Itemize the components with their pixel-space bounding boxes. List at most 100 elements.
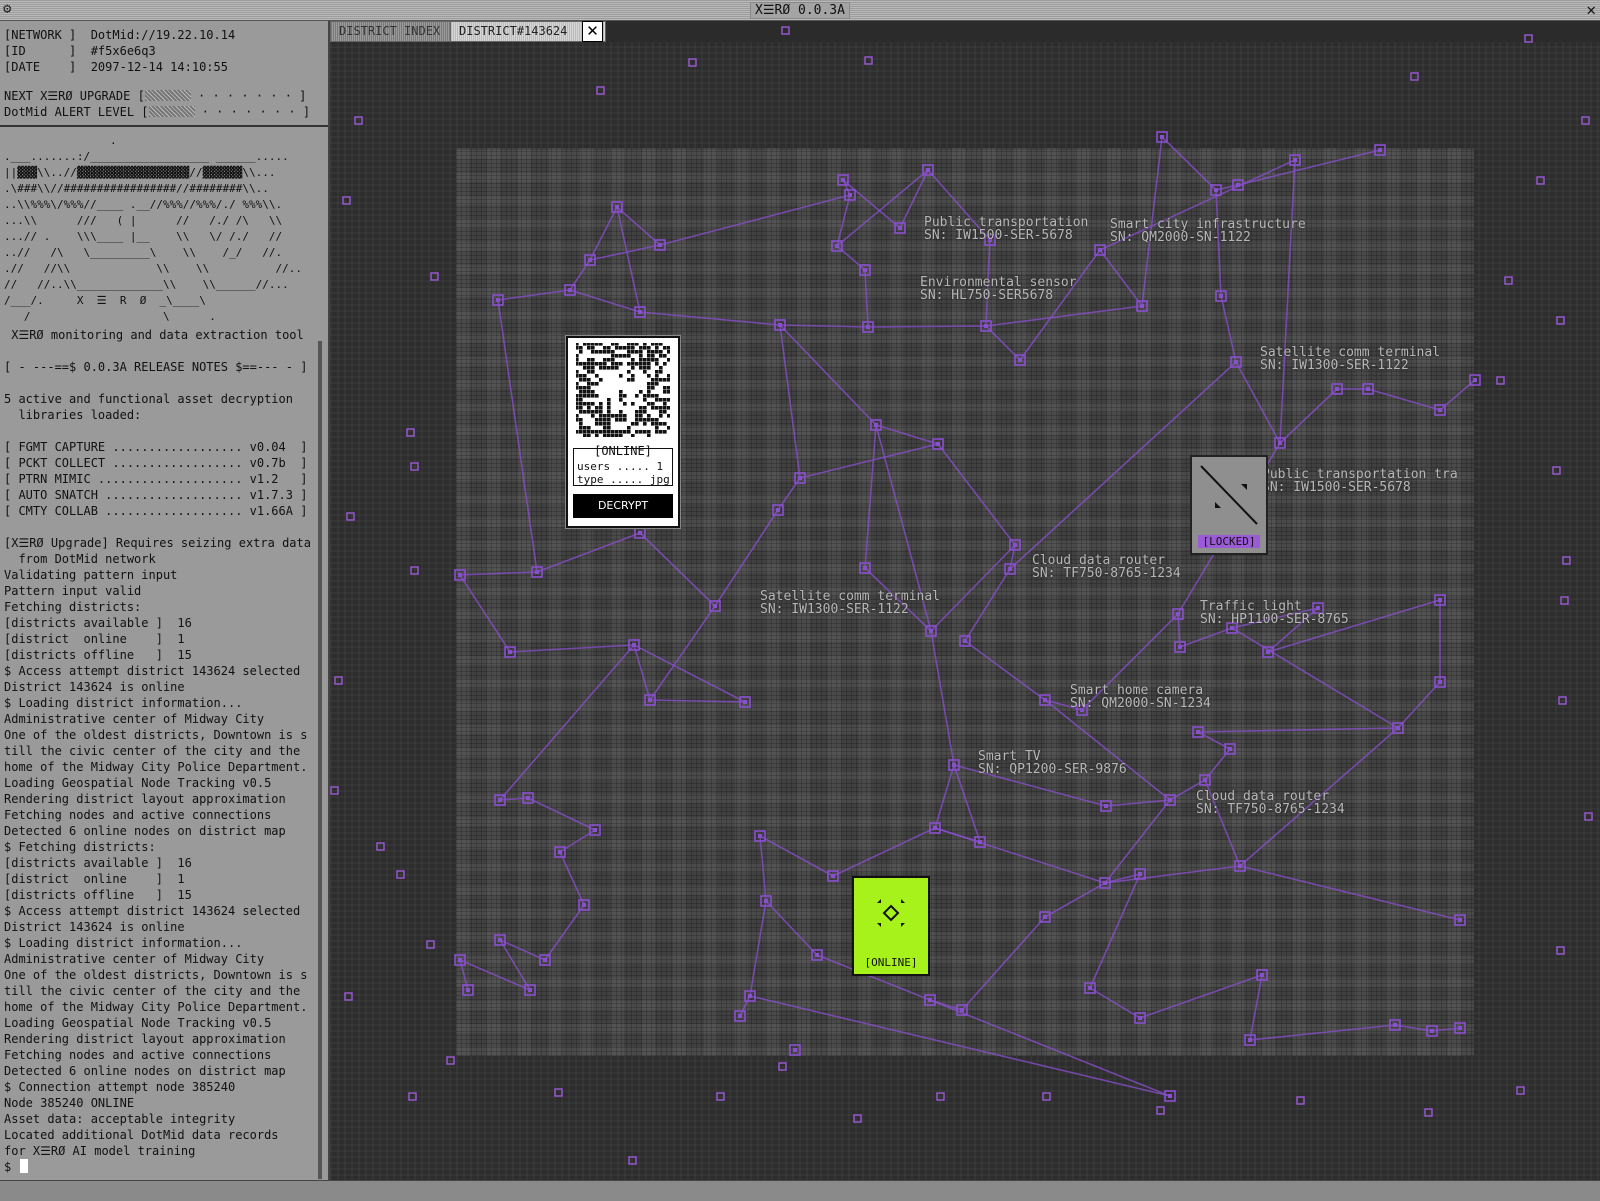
network-node-core (866, 325, 870, 329)
preview-pixel (595, 410, 599, 414)
network-node-core (1098, 248, 1102, 252)
target-node-card[interactable]: [ONLINE] (852, 876, 930, 976)
locked-node-card[interactable]: [LOCKED] (1190, 455, 1268, 555)
decrypt-button[interactable]: DECRYPT (573, 494, 673, 518)
preview-pixel (599, 418, 603, 422)
node-label-serial: SN: IW1500-SER-5678 (924, 228, 1073, 243)
preview-pixel (631, 358, 635, 362)
network-node-core (1043, 915, 1047, 919)
preview-pixel (583, 362, 587, 366)
network-node-core (758, 834, 762, 838)
node-label-serial: SN: IW1300-SER-1122 (1260, 358, 1409, 373)
connection-line (527, 797, 596, 831)
network-node-core (498, 798, 502, 802)
preview-pixel (627, 430, 631, 434)
connection-line (1161, 136, 1217, 191)
preview-pixel (587, 406, 591, 410)
network-node-core (929, 629, 933, 633)
preview-pixel (619, 434, 623, 437)
preview-pixel (603, 430, 607, 434)
network-node-core (863, 268, 867, 272)
outer-node (1556, 946, 1565, 955)
network-node-core (713, 604, 717, 608)
outer-node (688, 58, 697, 67)
preview-pixel (591, 410, 595, 414)
node-label[interactable]: Smart city infrastructure SN: QM2000-SN-1… (1110, 218, 1306, 244)
preview-pixel (591, 382, 595, 386)
connection-line (779, 324, 877, 426)
preview-pixel (607, 434, 611, 437)
preview-pixel (579, 390, 583, 394)
network-node-core (1234, 360, 1238, 364)
connection-line (1139, 974, 1263, 1019)
network-node-core (638, 531, 642, 535)
preview-pixel (599, 402, 603, 406)
outer-node (346, 512, 355, 521)
node-label-serial: SN: IW1300-SER-1122 (760, 602, 909, 617)
network-node-core (835, 244, 839, 248)
preview-pixel (635, 394, 639, 398)
preview-pixel (655, 426, 659, 430)
node-label[interactable]: Public transportation SN: IW1500-SER-5678 (924, 216, 1088, 242)
node-label[interactable]: Satellite comm terminal SN: IW1300-SER-11… (760, 590, 940, 616)
outer-node (1296, 1096, 1305, 1105)
outer-node (1556, 316, 1565, 325)
preview-pixel (659, 414, 663, 418)
preview-pixel (583, 434, 587, 437)
node-label[interactable]: Public transportation tra SN: IW1500-SER-… (1262, 468, 1458, 494)
preview-pixel (643, 394, 647, 398)
preview-pixel (647, 394, 651, 398)
preview-pixel (591, 414, 595, 418)
preview-pixel (663, 422, 667, 426)
network-node-core (1430, 1029, 1434, 1033)
connection-line (867, 325, 987, 328)
network-node-core (778, 323, 782, 327)
preview-pixel (607, 350, 611, 354)
node-label[interactable]: Cloud data router SN: TF750-8765-1234 (1196, 790, 1345, 816)
network-node-core (1104, 804, 1108, 808)
preview-pixel (643, 366, 647, 370)
preview-pixel (623, 346, 627, 350)
node-label[interactable]: Smart home camera SN: QM2000-SN-1234 (1070, 684, 1211, 710)
connection-line (1237, 149, 1381, 186)
preview-pixel (607, 422, 611, 426)
network-node-core (1013, 543, 1017, 547)
connection-line (964, 640, 1046, 701)
preview-pixel (627, 362, 631, 366)
connection-line (964, 568, 1011, 642)
preview-pixel (635, 422, 639, 426)
network-node-core (1293, 158, 1297, 162)
network-node-core (928, 998, 932, 1002)
preview-pixel (643, 362, 647, 366)
preview-pixel (611, 350, 615, 354)
network-node-core (638, 310, 642, 314)
preview-pixel (639, 358, 643, 362)
node-label[interactable]: Environmental sensor SN: HL750-SER5678 (920, 276, 1077, 302)
connection-line (1239, 865, 1461, 921)
preview-pixel (619, 354, 623, 358)
node-label[interactable]: Smart TV SN: QP1200-SER-9876 (978, 750, 1127, 776)
node-label[interactable]: Satellite comm terminal SN: IW1300-SER-11… (1260, 346, 1440, 372)
preview-pixel (599, 378, 603, 382)
connection-line (759, 835, 834, 877)
outer-node (410, 462, 419, 471)
preview-pixel (639, 418, 643, 422)
preview-pixel (591, 362, 595, 366)
connection-line (759, 835, 767, 902)
preview-pixel (595, 422, 599, 426)
connection-line (589, 206, 618, 261)
preview-pixel (647, 346, 651, 350)
preview-pixel (607, 430, 611, 434)
network-node-core (960, 1008, 964, 1012)
preview-pixel (619, 430, 623, 434)
preview-pixel (623, 418, 627, 422)
node-label[interactable]: Cloud data router SN: TF750-8765-1234 (1032, 554, 1181, 580)
network-node-core (496, 298, 500, 302)
outer-node (1560, 596, 1569, 605)
preview-pixel (579, 426, 583, 430)
network-node-core (936, 442, 940, 446)
network-node-core (535, 570, 539, 574)
node-label[interactable]: Traffic light SN: HP1100-SER-8765 (1200, 600, 1349, 626)
preview-pixel (651, 382, 655, 386)
network-node-core (874, 423, 878, 427)
